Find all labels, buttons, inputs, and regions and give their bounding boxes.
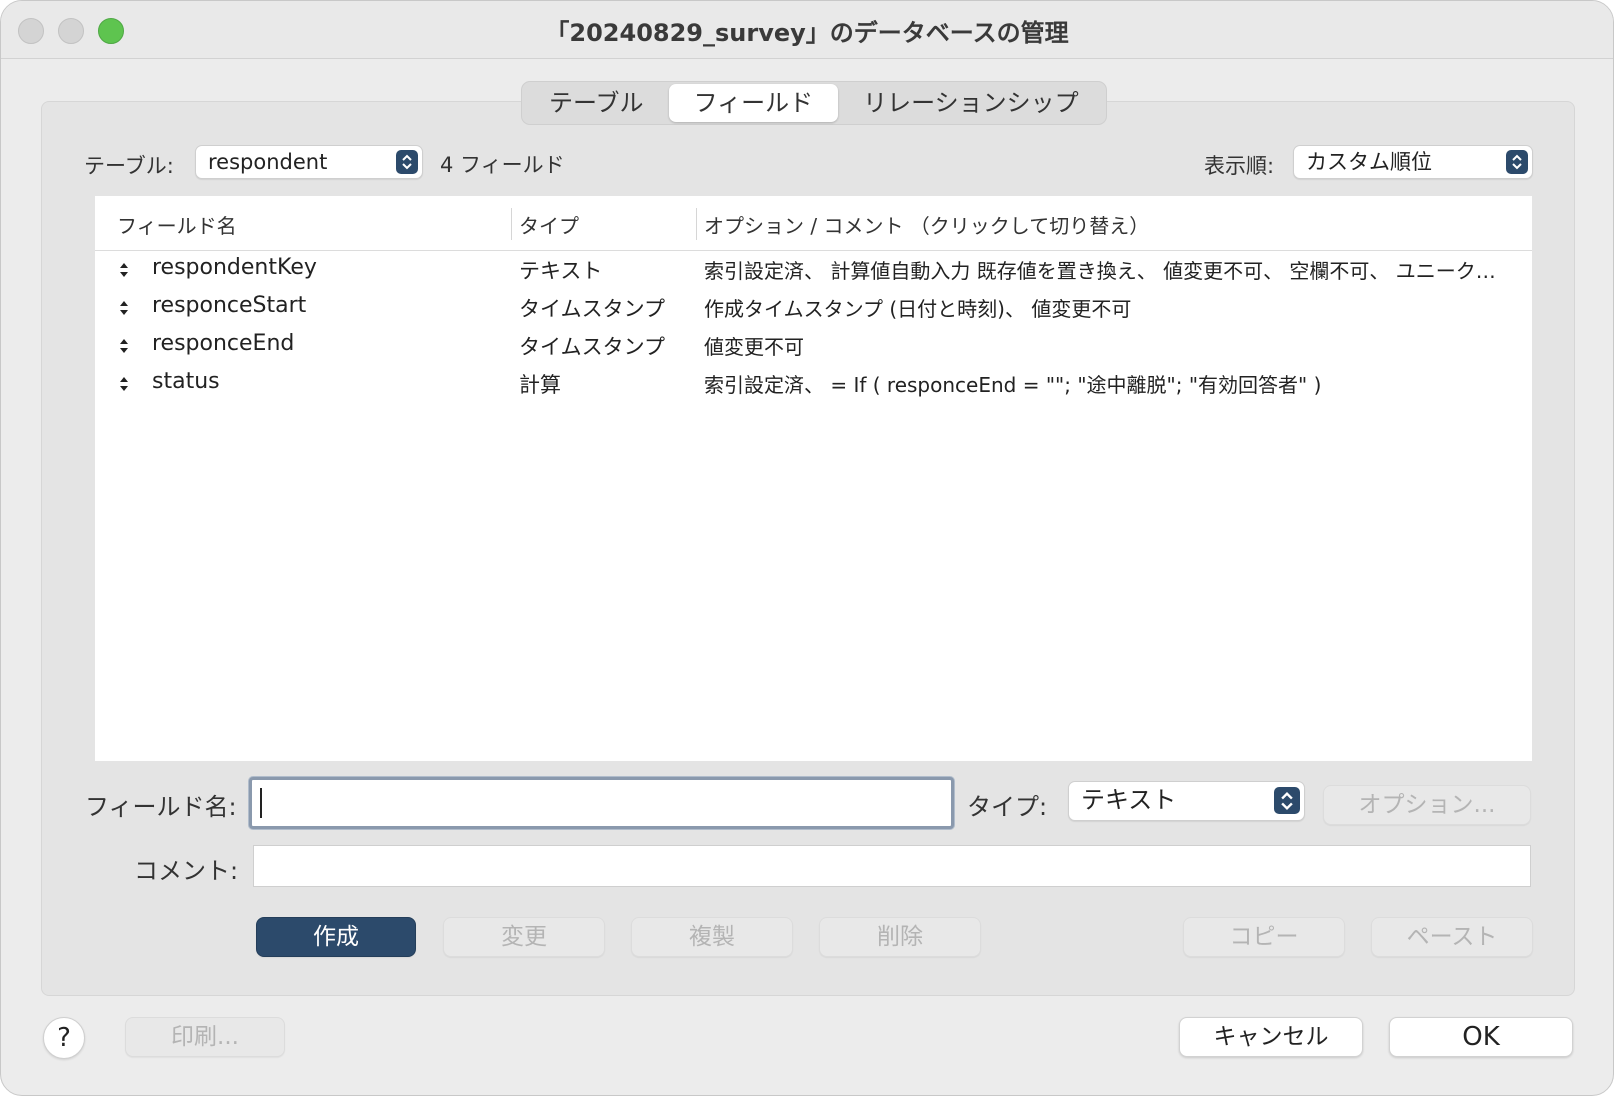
updown-icon xyxy=(1506,150,1528,174)
help-button[interactable]: ? xyxy=(43,1017,85,1059)
field-type: 計算 xyxy=(519,373,561,397)
comment-input[interactable] xyxy=(253,845,1531,887)
delete-button[interactable]: 削除 xyxy=(819,917,981,957)
table-select[interactable]: respondent xyxy=(195,145,423,179)
field-options: 索引設定済、 = If ( responceEnd = ""; "途中離脱"; … xyxy=(704,373,1322,397)
column-divider[interactable] xyxy=(696,208,697,240)
header-type[interactable]: タイプ xyxy=(519,210,579,239)
updown-icon xyxy=(396,150,418,174)
field-name: responceEnd xyxy=(152,331,295,356)
options-button[interactable]: オプション... xyxy=(1323,785,1531,825)
type-select-value: テキスト xyxy=(1081,786,1177,814)
manage-database-window: 「20240829_survey」のデータベースの管理 テーブル フィールド リ… xyxy=(0,0,1614,1096)
updown-icon xyxy=(1274,787,1300,814)
create-button[interactable]: 作成 xyxy=(256,917,416,957)
table-row[interactable]: status 計算 索引設定済、 = If ( responceEnd = ""… xyxy=(95,365,1532,403)
field-name-label: フィールド名: xyxy=(85,793,237,821)
text-caret xyxy=(260,788,262,818)
reorder-handle-icon[interactable] xyxy=(119,376,129,392)
field-type: タイムスタンプ xyxy=(519,335,665,359)
field-name: respondentKey xyxy=(152,255,317,280)
view-order-select[interactable]: カスタム順位 xyxy=(1293,145,1533,179)
change-button[interactable]: 変更 xyxy=(443,917,605,957)
header-options[interactable]: オプション / コメント （クリックして切り替え） xyxy=(704,210,1149,239)
field-type: タイムスタンプ xyxy=(519,297,665,321)
field-name-input[interactable] xyxy=(249,777,954,829)
print-button[interactable]: 印刷... xyxy=(125,1017,285,1057)
tab-relationships[interactable]: リレーションシップ xyxy=(838,84,1104,122)
tab-fields[interactable]: フィールド xyxy=(668,84,839,122)
table-row[interactable]: responceStart タイムスタンプ 作成タイムスタンプ (日付と時刻)、… xyxy=(95,289,1532,327)
type-label: タイプ: xyxy=(967,793,1048,821)
title-bar: 「20240829_survey」のデータベースの管理 xyxy=(1,1,1613,59)
field-name: responceStart xyxy=(152,293,307,318)
type-select[interactable]: テキスト xyxy=(1068,781,1305,821)
field-type: テキスト xyxy=(519,259,603,283)
tab-bar: テーブル フィールド リレーションシップ xyxy=(521,81,1107,125)
paste-button[interactable]: ペースト xyxy=(1371,917,1533,957)
comment-label: コメント: xyxy=(134,857,239,885)
tab-tables[interactable]: テーブル xyxy=(524,84,669,122)
table-row[interactable]: respondentKey テキスト 索引設定済、 計算値自動入力 既存値を置き… xyxy=(95,251,1532,289)
window-title: 「20240829_survey」のデータベースの管理 xyxy=(545,19,1069,47)
table-select-value: respondent xyxy=(208,150,328,174)
table-header: フィールド名 タイプ オプション / コメント （クリックして切り替え） xyxy=(95,196,1532,251)
view-order-label: 表示順: xyxy=(1204,154,1275,178)
field-name: status xyxy=(152,369,220,394)
copy-button[interactable]: コピー xyxy=(1183,917,1345,957)
ok-button[interactable]: OK xyxy=(1389,1017,1573,1057)
reorder-handle-icon[interactable] xyxy=(119,262,129,278)
column-divider[interactable] xyxy=(511,208,512,240)
field-options: 作成タイムスタンプ (日付と時刻)、 値変更不可 xyxy=(704,297,1132,321)
field-count: 4 フィールド xyxy=(440,153,565,177)
field-options: 値変更不可 xyxy=(704,335,804,359)
field-options: 索引設定済、 計算値自動入力 既存値を置き換え、 値変更不可、 空欄不可、 ユニ… xyxy=(704,259,1496,283)
header-field-name[interactable]: フィールド名 xyxy=(117,210,237,239)
table-row[interactable]: responceEnd タイムスタンプ 値変更不可 xyxy=(95,327,1532,365)
reorder-handle-icon[interactable] xyxy=(119,300,129,316)
view-order-value: カスタム順位 xyxy=(1306,150,1432,174)
table-select-label: テーブル: xyxy=(84,154,174,178)
fields-table: フィールド名 タイプ オプション / コメント （クリックして切り替え） res… xyxy=(95,196,1532,761)
cancel-button[interactable]: キャンセル xyxy=(1179,1017,1363,1057)
reorder-handle-icon[interactable] xyxy=(119,338,129,354)
duplicate-button[interactable]: 複製 xyxy=(631,917,793,957)
